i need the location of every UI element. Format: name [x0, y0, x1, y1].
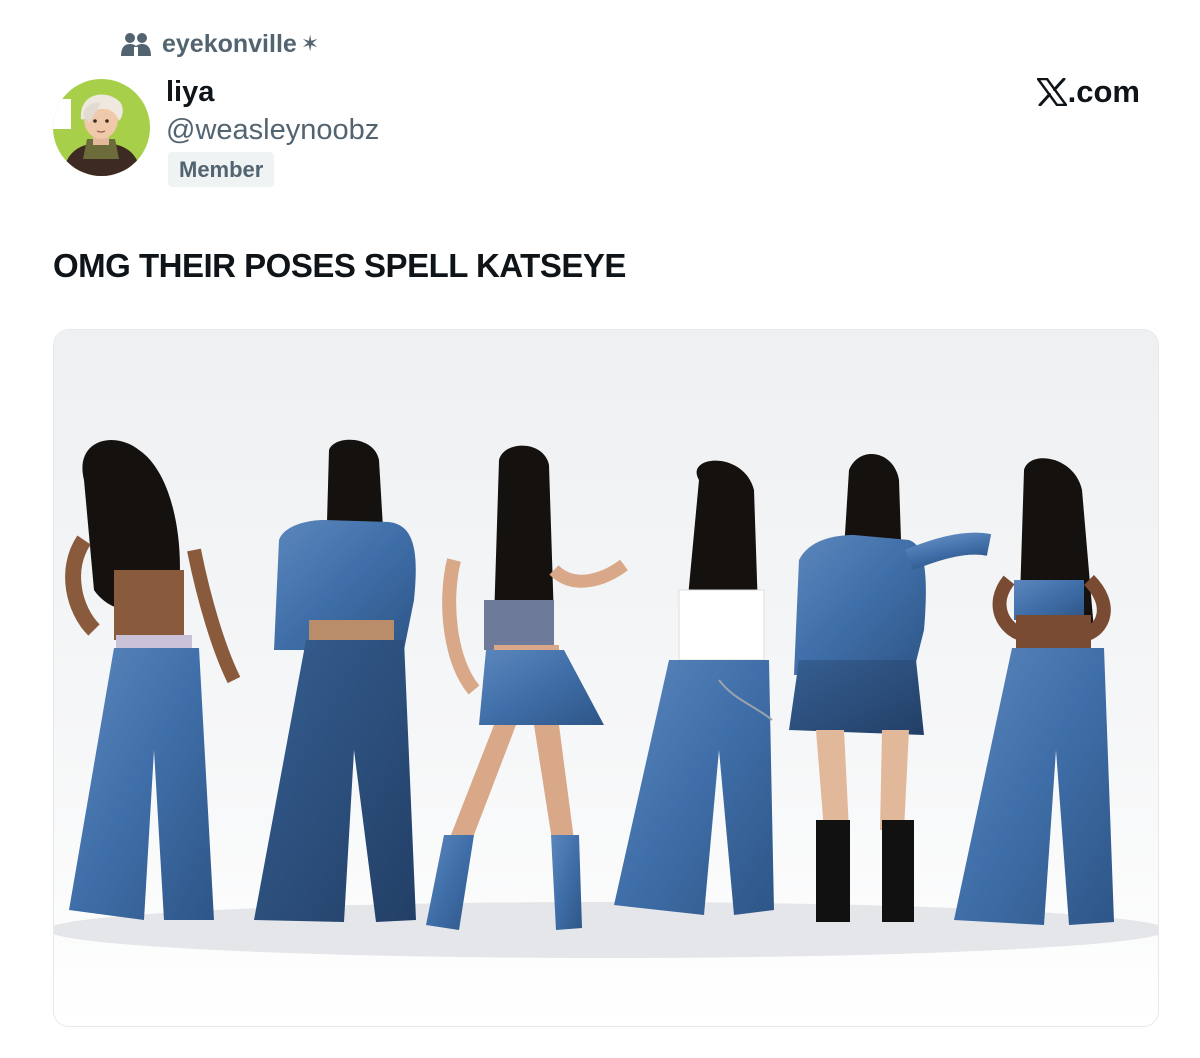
avatar-illustration — [53, 79, 150, 176]
post-text: OMG THEIR POSES SPELL KATSEYE — [53, 247, 626, 284]
display-name[interactable]: liya — [166, 74, 214, 110]
brand-link[interactable]: .com — [1036, 72, 1140, 112]
photo-six-people-denim — [54, 330, 1158, 1026]
user-handle[interactable]: @weasleynoobz — [166, 112, 379, 148]
brand-suffix: .com — [1067, 74, 1140, 109]
people-icon — [120, 31, 152, 57]
x-logo-icon — [1036, 78, 1068, 106]
community-marker: ✶ — [300, 31, 320, 56]
community-name: eyekonville — [162, 29, 297, 58]
avatar[interactable] — [53, 79, 150, 176]
member-badge: Member — [168, 152, 275, 187]
community-header[interactable]: eyekonville ✶ — [120, 28, 319, 60]
post-photo[interactable] — [53, 329, 1159, 1027]
